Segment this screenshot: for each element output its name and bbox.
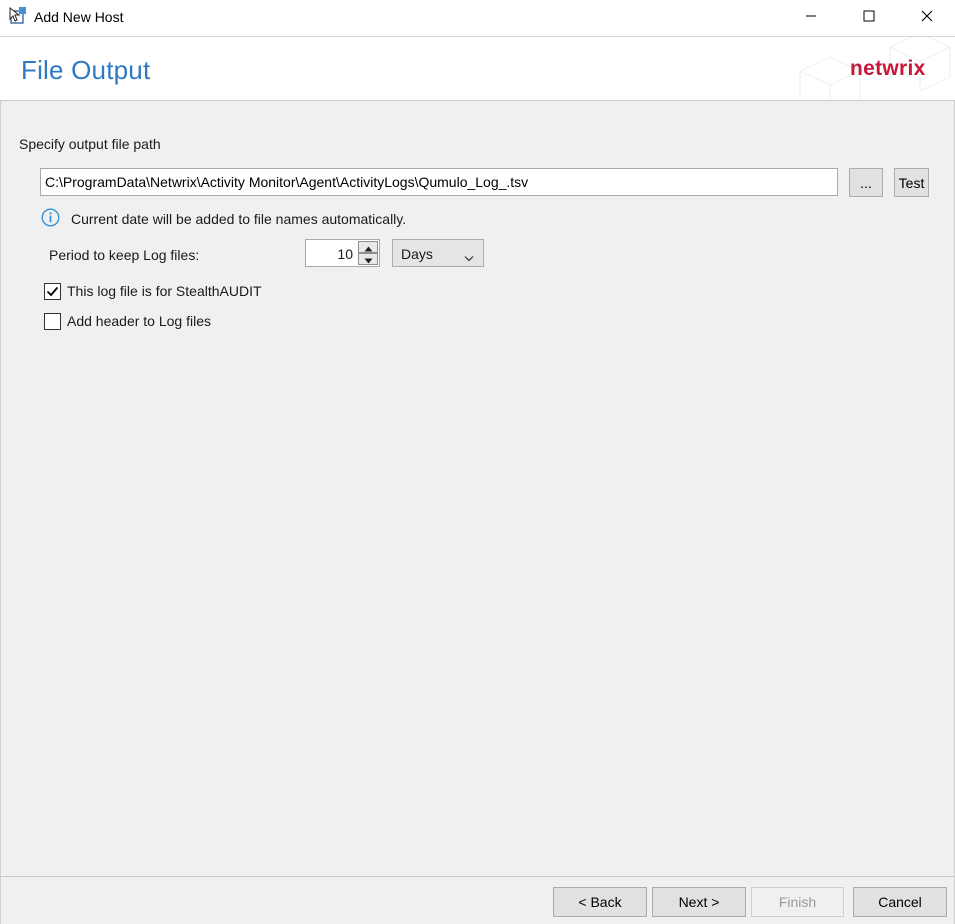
- chevron-down-icon: [464, 249, 474, 265]
- info-text: Current date will be added to file names…: [71, 211, 407, 227]
- period-value: 10: [337, 246, 353, 262]
- period-label: Period to keep Log files:: [49, 247, 200, 263]
- add-host-icon: [8, 6, 28, 26]
- checkmark-icon: [45, 286, 60, 302]
- finish-button[interactable]: Finish: [751, 887, 844, 917]
- close-icon: [921, 9, 933, 25]
- close-button[interactable]: [898, 0, 955, 34]
- page-title: File Output: [21, 55, 151, 85]
- add-header-label[interactable]: Add header to Log files: [67, 313, 211, 329]
- page-header: File Output netwrix: [0, 36, 955, 101]
- minimize-icon: [805, 9, 817, 25]
- stepper-down-button[interactable]: [358, 253, 378, 265]
- browse-button[interactable]: ...: [849, 168, 883, 197]
- window-title: Add New Host: [34, 9, 124, 25]
- period-unit-value: Days: [401, 246, 433, 262]
- info-icon: [41, 208, 60, 227]
- add-header-checkbox[interactable]: [44, 313, 61, 330]
- main-content: Specify output file path ... Test Curren…: [0, 101, 955, 876]
- maximize-button[interactable]: [840, 0, 898, 34]
- maximize-icon: [863, 9, 875, 25]
- path-label: Specify output file path: [19, 136, 161, 152]
- stealthaudit-checkbox[interactable]: [44, 283, 61, 300]
- minimize-button[interactable]: [782, 0, 840, 34]
- next-button[interactable]: Next >: [652, 887, 746, 917]
- output-path-input[interactable]: [40, 168, 838, 196]
- period-stepper[interactable]: 10: [305, 239, 380, 267]
- test-button[interactable]: Test: [894, 168, 929, 197]
- cancel-button[interactable]: Cancel: [853, 887, 947, 917]
- netwrix-logo: netwrix: [850, 57, 926, 80]
- wizard-footer: < Back Next > Finish Cancel: [0, 876, 955, 924]
- title-bar: Add New Host: [0, 0, 955, 36]
- stealthaudit-label[interactable]: This log file is for StealthAUDIT: [67, 283, 262, 299]
- back-button[interactable]: < Back: [553, 887, 647, 917]
- period-unit-select[interactable]: Days: [392, 239, 484, 267]
- arrow-down-icon: [364, 251, 373, 267]
